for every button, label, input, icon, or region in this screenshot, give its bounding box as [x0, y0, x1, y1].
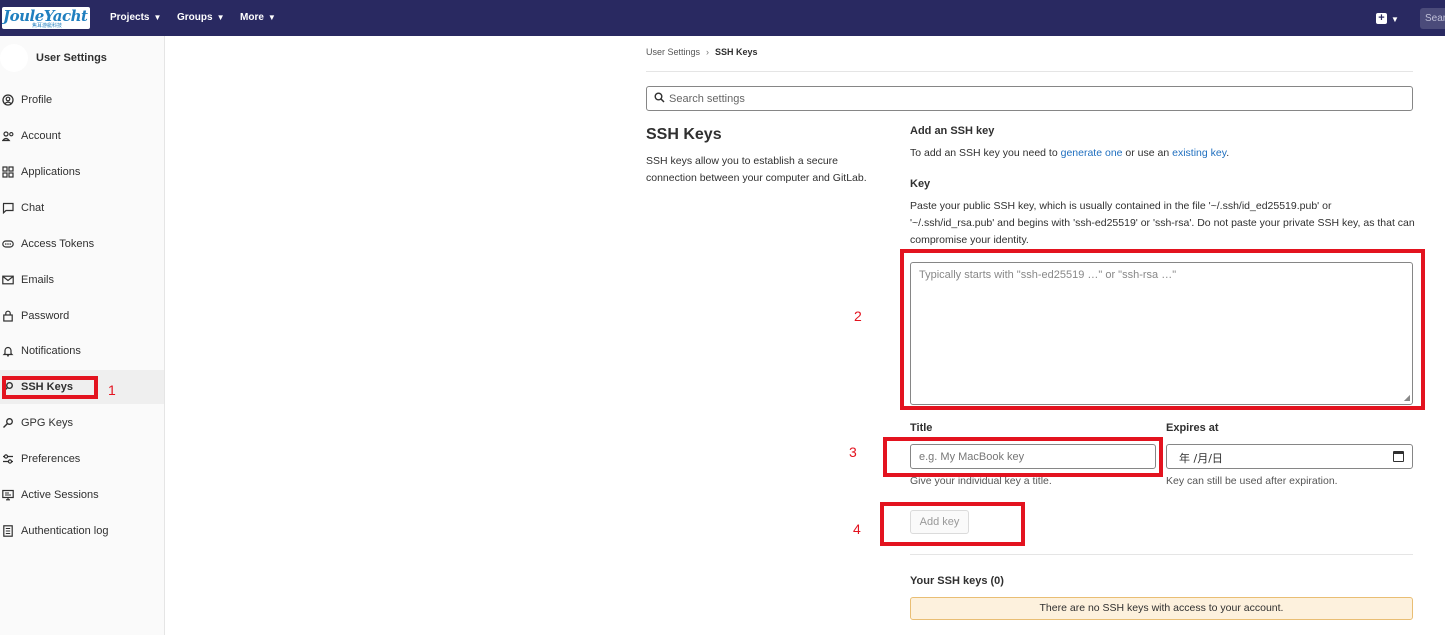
sidebar-item-label: Profile [21, 94, 53, 106]
empty-keys-alert: There are no SSH keys with access to you… [910, 597, 1413, 620]
sidebar-item-password[interactable]: Password [0, 299, 164, 333]
sidebar-item-gpg-keys[interactable]: GPG Keys [0, 406, 164, 440]
log-icon [2, 525, 14, 537]
search-icon [654, 92, 665, 106]
header-divider [646, 71, 1413, 72]
sidebar-item-notifications[interactable]: Notifications [0, 334, 164, 368]
sidebar-title: User Settings [36, 52, 107, 64]
applications-icon [2, 166, 14, 178]
sidebar-item-preferences[interactable]: Preferences [0, 442, 164, 476]
intro-text: . [1226, 147, 1230, 159]
add-ssh-key-heading: Add an SSH key [910, 125, 995, 137]
plus-icon: + [1376, 13, 1387, 25]
sidebar-item-label: Emails [21, 274, 55, 286]
your-ssh-keys-heading: Your SSH keys (0) [910, 575, 1004, 587]
top-navbar: JouleYacht 焦耳游艇科技 Projects ▼ Groups ▼ More… [0, 0, 1445, 36]
annotation-box-4 [880, 502, 1025, 546]
breadcrumb-current[interactable]: SSH Keys [715, 47, 758, 57]
key-label: Key [910, 178, 931, 190]
account-icon [1, 130, 14, 142]
page-title: SSH Keys [646, 126, 722, 143]
nav-groups-label: Groups [177, 12, 213, 23]
sidebar-item-label: Account [21, 130, 61, 142]
monitor-icon [2, 489, 14, 501]
preferences-icon [2, 453, 14, 465]
chevron-down-icon: ▼ [1391, 15, 1399, 24]
profile-icon [2, 94, 14, 106]
key-icon [2, 417, 14, 429]
chat-icon [2, 202, 14, 215]
annotation-number-1: 1 [108, 382, 116, 398]
existing-key-link[interactable]: existing key [1172, 147, 1226, 159]
annotation-box-3 [883, 437, 1163, 477]
calendar-icon[interactable] [1393, 451, 1404, 462]
token-icon [2, 238, 14, 250]
sidebar-item-profile[interactable]: Profile [0, 83, 164, 117]
sidebar-item-authentication-log[interactable]: Authentication log [0, 514, 164, 548]
nav-more-label: More [240, 12, 264, 23]
expires-at-label: Expires at [1166, 422, 1219, 434]
expires-help-text: Key can still be used after expiration. [1166, 475, 1338, 487]
logo-subtext: 焦耳游艇科技 [32, 23, 63, 29]
breadcrumb: User Settings › SSH Keys [646, 47, 758, 57]
annotation-number-4: 4 [853, 521, 861, 537]
sidebar-item-label: Password [21, 310, 70, 322]
sidebar-item-account[interactable]: Account [0, 119, 164, 153]
chevron-down-icon: ▼ [153, 13, 162, 22]
search-settings-field[interactable] [646, 86, 1413, 111]
generate-one-link[interactable]: generate one [1061, 147, 1123, 159]
bell-icon [2, 345, 14, 357]
nav-projects[interactable]: Projects ▼ [110, 12, 161, 23]
nav-groups[interactable]: Groups ▼ [177, 12, 224, 23]
search-settings-input[interactable] [669, 90, 1399, 107]
intro-text: or use an [1122, 147, 1173, 159]
chevron-down-icon: ▼ [216, 13, 225, 22]
sidebar-item-applications[interactable]: Applications [0, 155, 164, 189]
annotation-number-2: 2 [854, 308, 862, 324]
sidebar-item-emails[interactable]: Emails [0, 263, 164, 297]
sidebar-item-label: Applications [21, 166, 81, 178]
title-label: Title [910, 422, 933, 434]
nav-more[interactable]: More ▼ [240, 12, 276, 23]
breadcrumb-user-settings[interactable]: User Settings [646, 47, 700, 57]
sidebar-item-label: Chat [21, 202, 45, 214]
sidebar-item-label: Active Sessions [21, 489, 99, 501]
email-icon [2, 274, 14, 286]
sidebar-item-label: GPG Keys [21, 417, 73, 429]
sidebar-item-active-sessions[interactable]: Active Sessions [0, 478, 164, 512]
sidebar-item-label: Access Tokens [21, 238, 95, 250]
top-search-input[interactable]: Sear [1420, 8, 1445, 29]
brand-logo[interactable]: JouleYacht 焦耳游艇科技 [2, 7, 90, 29]
add-ssh-key-intro: To add an SSH key you need to generate o… [910, 147, 1229, 159]
avatar[interactable] [0, 44, 28, 72]
chevron-down-icon: ▼ [267, 13, 276, 22]
expires-at-field[interactable]: 年 /月/日 [1166, 444, 1413, 469]
sidebar-item-access-tokens[interactable]: Access Tokens [0, 227, 164, 261]
sidebar-item-label: Preferences [21, 453, 81, 465]
section-description: SSH keys allow you to establish a secure… [646, 155, 867, 184]
settings-sidebar: User Settings Profile Account Applicatio… [0, 36, 165, 635]
intro-text: To add an SSH key you need to [910, 147, 1061, 159]
lock-icon [2, 310, 14, 322]
new-dropdown-button[interactable]: + ▼ [1376, 11, 1399, 25]
sidebar-item-label: Notifications [21, 345, 81, 357]
expires-at-value: 年 /月/日 [1179, 452, 1223, 465]
breadcrumb-separator-icon: › [706, 47, 710, 57]
annotation-box-2 [900, 249, 1425, 410]
nav-projects-label: Projects [110, 12, 150, 23]
sidebar-item-chat[interactable]: Chat [0, 191, 164, 225]
sidebar-item-label: Authentication log [21, 525, 109, 537]
annotation-box-1 [2, 376, 98, 399]
form-divider [910, 554, 1413, 555]
annotation-number-3: 3 [849, 444, 857, 460]
key-help-text: Paste your public SSH key, which is usua… [910, 200, 1415, 246]
